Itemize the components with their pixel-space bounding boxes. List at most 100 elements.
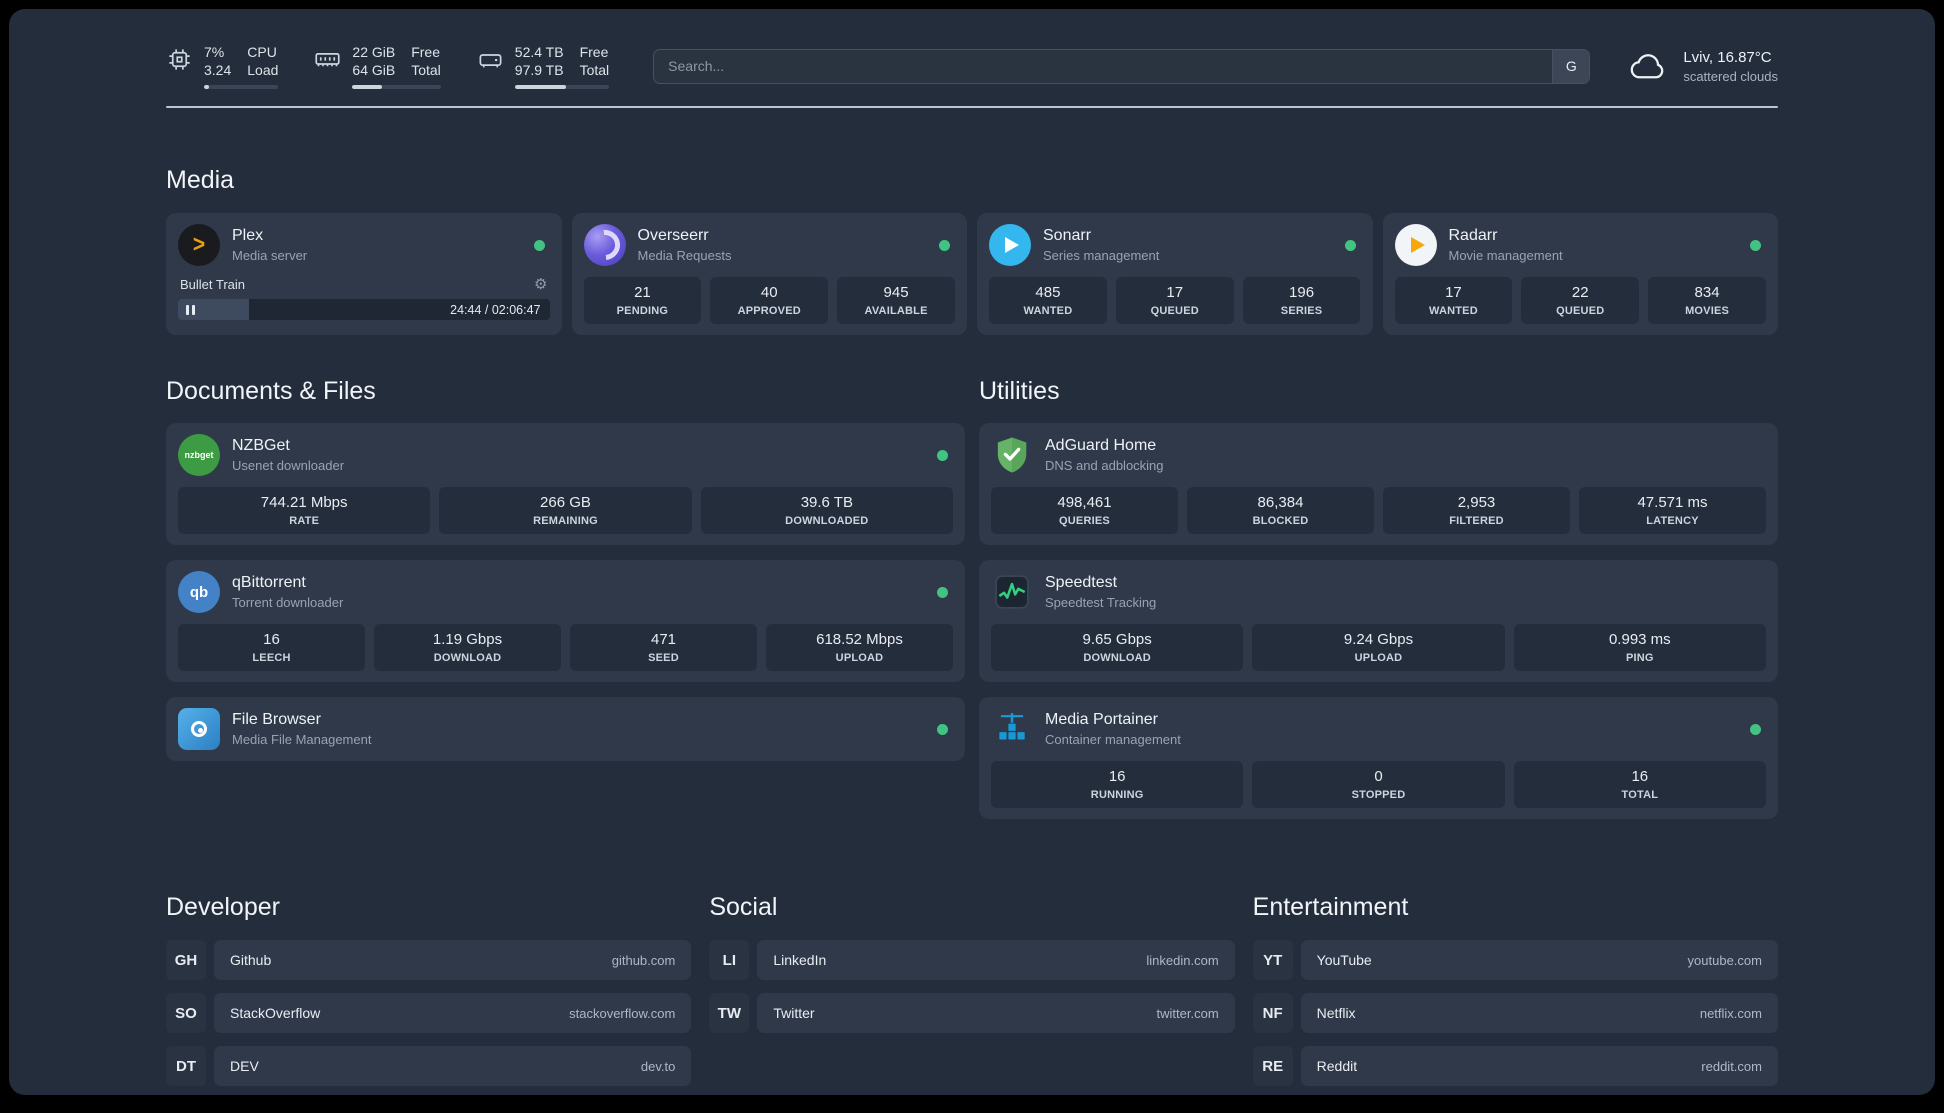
section-utilities: Utilities AdGuard Home DNS and adblockin… xyxy=(979,377,1778,820)
status-dot xyxy=(937,586,948,598)
bookmark-abbr: SO xyxy=(166,993,206,1033)
app-subtitle: Media File Management xyxy=(232,732,372,748)
bookmark-group-developer: Developer GH Github github.com SO StackO… xyxy=(166,893,692,1087)
section-documents: Documents & Files nzbget NZBGet Usenet d… xyxy=(166,377,965,819)
pause-icon[interactable] xyxy=(186,304,195,315)
bookmark-link-twitter[interactable]: Twitter twitter.com xyxy=(757,993,1235,1034)
app-card-sonarr[interactable]: Sonarr Series management 485 WANTED 17 Q… xyxy=(977,213,1373,336)
cpu-monitor: 7% 3.24 CPU Load xyxy=(166,43,279,90)
bookmark-link-github[interactable]: Github github.com xyxy=(214,940,692,981)
app-subtitle: Container management xyxy=(1045,732,1181,748)
nzbget-icon: nzbget xyxy=(178,434,220,477)
stat-box: 16 TOTAL xyxy=(1513,761,1766,809)
app-name: qBittorrent xyxy=(232,574,306,592)
social-group-title: Social xyxy=(709,893,778,922)
bookmark-row: TW Twitter twitter.com xyxy=(709,993,1235,1034)
app-subtitle: Torrent downloader xyxy=(232,595,344,611)
app-name: AdGuard Home xyxy=(1045,437,1157,455)
stat-box: 2,953 FILTERED xyxy=(1383,487,1570,535)
stat-box: 0 STOPPED xyxy=(1252,761,1505,809)
weather-condition: scattered clouds xyxy=(1683,68,1778,84)
status-dot xyxy=(939,239,950,251)
stat-box: 40 APPROVED xyxy=(710,277,829,325)
disk-total-label: Total xyxy=(579,62,610,79)
app-card-nzbget[interactable]: nzbget NZBGet Usenet downloader 744.21 M… xyxy=(166,423,965,546)
bookmark-row: DT DEV dev.to xyxy=(166,1046,692,1087)
status-dot xyxy=(1750,239,1761,251)
bookmark-group-social: Social LI LinkedIn linkedin.com TW Twitt… xyxy=(709,893,1235,1086)
app-card-adguard[interactable]: AdGuard Home DNS and adblocking 498,461 … xyxy=(979,423,1778,546)
stat-box: 9.65 Gbps DOWNLOAD xyxy=(991,624,1244,672)
documents-section-title: Documents & Files xyxy=(166,377,376,406)
bookmark-link-linkedin[interactable]: LinkedIn linkedin.com xyxy=(757,940,1235,981)
gear-icon[interactable]: ⚙ xyxy=(534,275,547,293)
speedtest-icon xyxy=(991,571,1033,613)
ram-total-value: 64 GiB xyxy=(352,62,396,79)
plex-now-playing: Bullet Train ⚙ 24:44 / 02:06:47 xyxy=(178,275,550,321)
sonarr-icon xyxy=(989,224,1031,267)
stat-box: 47.571 ms LATENCY xyxy=(1579,487,1766,535)
app-card-overseerr[interactable]: Overseerr Media Requests 21 PENDING 40 A… xyxy=(571,213,967,336)
weather-widget: Lviv, 16.87°C scattered clouds xyxy=(1628,49,1778,84)
app-card-radarr[interactable]: Radarr Movie management 17 WANTED 22 QUE… xyxy=(1382,213,1778,336)
app-subtitle: Speedtest Tracking xyxy=(1045,595,1157,611)
bookmark-abbr: LI xyxy=(709,940,749,980)
developer-group-title: Developer xyxy=(166,893,280,922)
bookmark-abbr: DT xyxy=(166,1046,206,1086)
stat-box: 16 RUNNING xyxy=(991,761,1244,809)
stat-box: 1.19 Gbps DOWNLOAD xyxy=(374,624,561,672)
ram-free-value: 22 GiB xyxy=(352,44,396,60)
status-dot xyxy=(937,723,948,735)
utilities-section-title: Utilities xyxy=(979,377,1060,406)
stat-box: 834 MOVIES xyxy=(1648,277,1766,325)
disk-monitor: 52.4 TB 97.9 TB Free Total xyxy=(477,43,610,90)
cloud-icon xyxy=(1631,54,1664,79)
bookmark-row: GH Github github.com xyxy=(166,940,692,981)
search-input[interactable] xyxy=(654,58,1553,75)
stat-box: 39.6 TB DOWNLOADED xyxy=(700,487,953,535)
search-provider-button[interactable]: G xyxy=(1552,49,1590,83)
disk-free-value: 52.4 TB xyxy=(514,44,564,60)
dashboard: 7% 3.24 CPU Load 22 GiB 64 GiB Free Tota… xyxy=(9,9,1935,1095)
adguard-shield-icon xyxy=(991,434,1033,476)
app-subtitle: Usenet downloader xyxy=(232,458,345,474)
bookmark-link-reddit[interactable]: Reddit reddit.com xyxy=(1300,1046,1778,1087)
bookmark-row: RE Reddit reddit.com xyxy=(1253,1046,1778,1087)
app-card-speedtest[interactable]: Speedtest Speedtest Tracking 9.65 Gbps D… xyxy=(979,560,1778,683)
bookmark-row: YT YouTube youtube.com xyxy=(1253,940,1778,981)
ram-progress-bar xyxy=(352,85,441,90)
bookmark-abbr: TW xyxy=(709,993,749,1033)
bookmark-link-netflix[interactable]: Netflix netflix.com xyxy=(1300,993,1778,1034)
stat-box: 9.24 Gbps UPLOAD xyxy=(1252,624,1505,672)
app-name: NZBGet xyxy=(232,437,290,455)
app-subtitle: DNS and adblocking xyxy=(1045,458,1164,474)
app-subtitle: Media server xyxy=(232,248,308,264)
bookmark-link-stackoverflow[interactable]: StackOverflow stackoverflow.com xyxy=(214,993,692,1034)
search-bar: G xyxy=(653,48,1591,84)
stat-box: 21 PENDING xyxy=(583,277,702,325)
app-card-portainer[interactable]: Media Portainer Container management 16 … xyxy=(979,697,1778,820)
app-card-plex[interactable]: > Plex Media server Bullet Train ⚙ 24:44… xyxy=(166,213,562,336)
filebrowser-icon xyxy=(178,708,220,751)
app-name: Overseerr xyxy=(637,227,709,245)
cpu-chip-icon xyxy=(169,49,190,70)
bookmark-link-youtube[interactable]: YouTube youtube.com xyxy=(1300,940,1778,981)
app-name: Speedtest xyxy=(1045,574,1118,592)
disk-free-label: Free xyxy=(579,44,609,60)
bookmark-abbr: GH xyxy=(166,940,206,980)
app-card-qbittorrent[interactable]: qb qBittorrent Torrent downloader 16 LEE… xyxy=(166,560,965,683)
topbar-divider xyxy=(166,106,1778,109)
now-playing-title: Bullet Train xyxy=(180,276,246,292)
stat-box: 16 LEECH xyxy=(178,624,365,672)
plex-icon: > xyxy=(178,224,220,267)
status-dot xyxy=(533,239,545,251)
player-progress-bar[interactable]: 24:44 / 02:06:47 xyxy=(178,299,550,321)
bookmark-link-dev[interactable]: DEV dev.to xyxy=(214,1046,692,1087)
qbittorrent-icon: qb xyxy=(178,571,220,614)
stat-box: 498,461 QUERIES xyxy=(991,487,1178,535)
app-card-filebrowser[interactable]: File Browser Media File Management xyxy=(166,697,965,762)
bookmark-abbr: YT xyxy=(1253,940,1293,980)
stat-box: 196 SERIES xyxy=(1242,277,1361,325)
app-name: Plex xyxy=(232,227,264,245)
overseerr-icon xyxy=(583,224,626,267)
